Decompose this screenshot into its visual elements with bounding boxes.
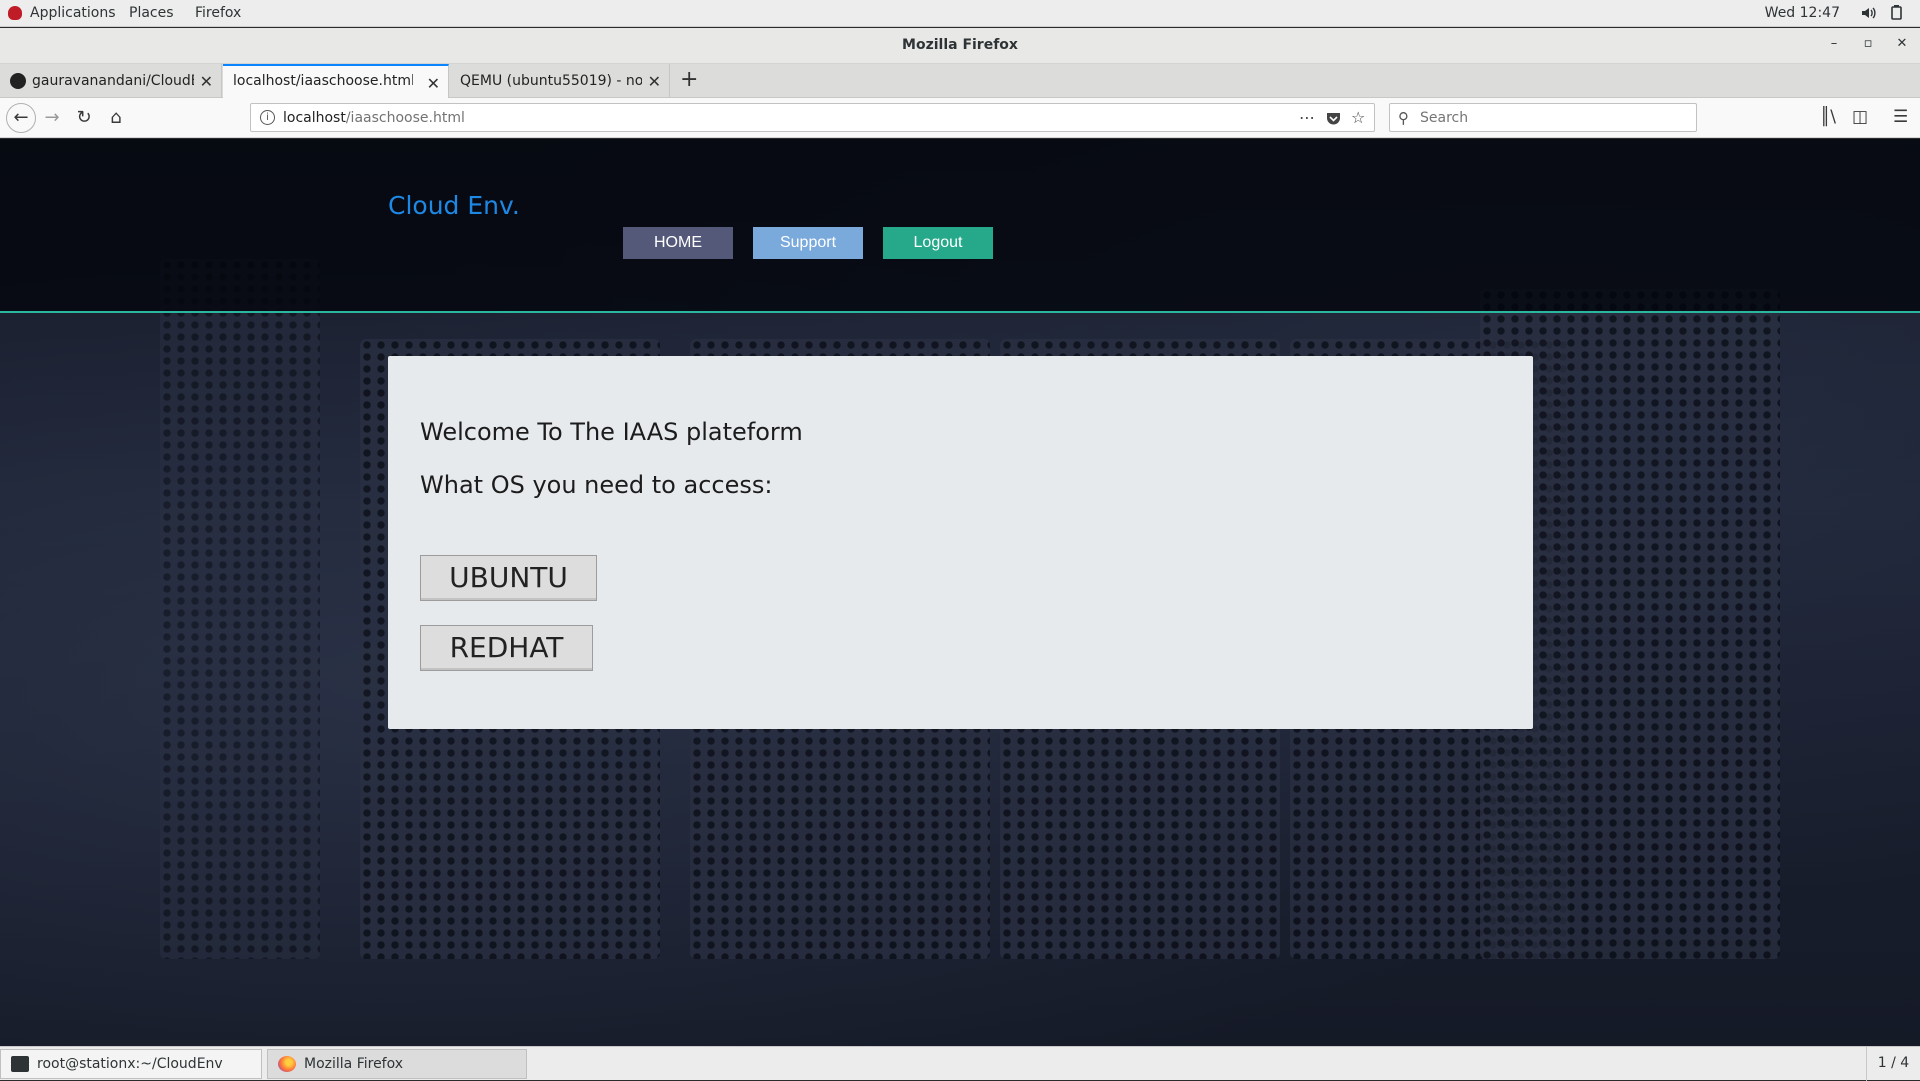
tab-iaaschoose[interactable]: localhost/iaaschoose.html ✕ (223, 64, 449, 98)
workspace-pager[interactable]: 1 / 4 (1866, 1047, 1920, 1081)
background-rack-panel (160, 259, 320, 959)
page-actions-icon[interactable]: ⋯ (1299, 108, 1315, 127)
url-path: /iaaschoose.html (345, 110, 465, 126)
window-titlebar: Mozilla Firefox – ▫ ✕ (0, 28, 1920, 64)
page-viewport: Cloud Env. HOME Support Logout Welcome T… (0, 139, 1920, 1046)
firefox-icon (278, 1056, 296, 1072)
home-nav-button[interactable]: HOME (623, 227, 733, 259)
gnome-top-bar: Applications Places Firefox Wed 12:47 (0, 0, 1920, 27)
back-icon[interactable]: ← (6, 103, 36, 133)
page-info-icon[interactable]: i (260, 110, 275, 125)
maximize-icon[interactable]: ▫ (1860, 36, 1876, 52)
clock[interactable]: Wed 12:47 (1765, 5, 1840, 21)
places-menu[interactable]: Places (129, 5, 174, 21)
power-icon[interactable] (1888, 4, 1906, 22)
url-bar[interactable]: i localhost/iaaschoose.html ⋯ ☆ (250, 103, 1375, 132)
url-text[interactable]: localhost/iaaschoose.html (283, 110, 465, 126)
os-question: What OS you need to access: (420, 471, 773, 499)
taskbar-firefox-label: Mozilla Firefox (304, 1056, 404, 1072)
window-list-taskbar: root@stationx:~/CloudEnv Mozilla Firefox… (0, 1046, 1920, 1081)
tab-qemu-novnc[interactable]: QEMU (ubuntu55019) - noVNC ✕ (450, 64, 670, 98)
logout-nav-button[interactable]: Logout (883, 227, 993, 259)
forward-icon[interactable]: → (40, 106, 64, 130)
url-host: localhost (283, 110, 346, 126)
search-input[interactable] (1420, 108, 1680, 128)
sidebar-icon[interactable]: ◫ (1852, 107, 1868, 127)
applications-menu[interactable]: Applications (30, 5, 116, 21)
redhat-logo-icon (8, 6, 22, 20)
close-tab-icon[interactable]: ✕ (200, 72, 213, 91)
github-icon (10, 73, 26, 89)
new-tab-icon[interactable]: + (680, 69, 698, 91)
minimize-icon[interactable]: – (1826, 36, 1842, 52)
pocket-icon[interactable] (1326, 108, 1341, 130)
taskbar-terminal-item[interactable]: root@stationx:~/CloudEnv (0, 1049, 262, 1079)
library-icon[interactable]: ║\ (1820, 107, 1836, 127)
welcome-heading: Welcome To The IAAS plateform (420, 418, 803, 446)
search-icon: ⚲ (1398, 109, 1409, 127)
hamburger-menu-icon[interactable]: ☰ (1893, 107, 1908, 127)
site-brand-link[interactable]: Cloud Env. (388, 191, 520, 220)
taskbar-terminal-label: root@stationx:~/CloudEnv (37, 1056, 223, 1072)
site-header: Cloud Env. HOME Support Logout (0, 139, 1920, 313)
taskbar-firefox-item[interactable]: Mozilla Firefox (267, 1049, 527, 1079)
firefox-app-menu[interactable]: Firefox (195, 5, 241, 21)
tab-label: gauravanandani/CloudEnv (32, 73, 194, 89)
close-tab-icon[interactable]: ✕ (427, 74, 440, 93)
terminal-icon (11, 1056, 29, 1072)
close-tab-icon[interactable]: ✕ (648, 72, 661, 91)
close-window-icon[interactable]: ✕ (1894, 36, 1910, 52)
home-icon[interactable]: ⌂ (104, 106, 128, 130)
tab-label: localhost/iaaschoose.html (233, 73, 413, 89)
search-bar[interactable]: ⚲ (1389, 103, 1697, 132)
bookmark-star-icon[interactable]: ☆ (1351, 108, 1365, 127)
ubuntu-button[interactable]: UBUNTU (420, 555, 597, 601)
os-choice-card: Welcome To The IAAS plateform What OS yo… (388, 356, 1533, 729)
tab-github[interactable]: gauravanandani/CloudEnv ✕ (0, 64, 222, 98)
tab-label: QEMU (ubuntu55019) - noVNC (460, 73, 642, 89)
tab-bar: gauravanandani/CloudEnv ✕ localhost/iaas… (0, 64, 1920, 98)
support-nav-button[interactable]: Support (753, 227, 863, 259)
redhat-button[interactable]: REDHAT (420, 625, 593, 671)
window-title: Mozilla Firefox (902, 37, 1018, 53)
reload-icon[interactable]: ↻ (72, 106, 96, 130)
nav-toolbar: ← → ↻ ⌂ i localhost/iaaschoose.html ⋯ ☆ … (0, 98, 1920, 138)
volume-icon[interactable] (1860, 4, 1878, 22)
